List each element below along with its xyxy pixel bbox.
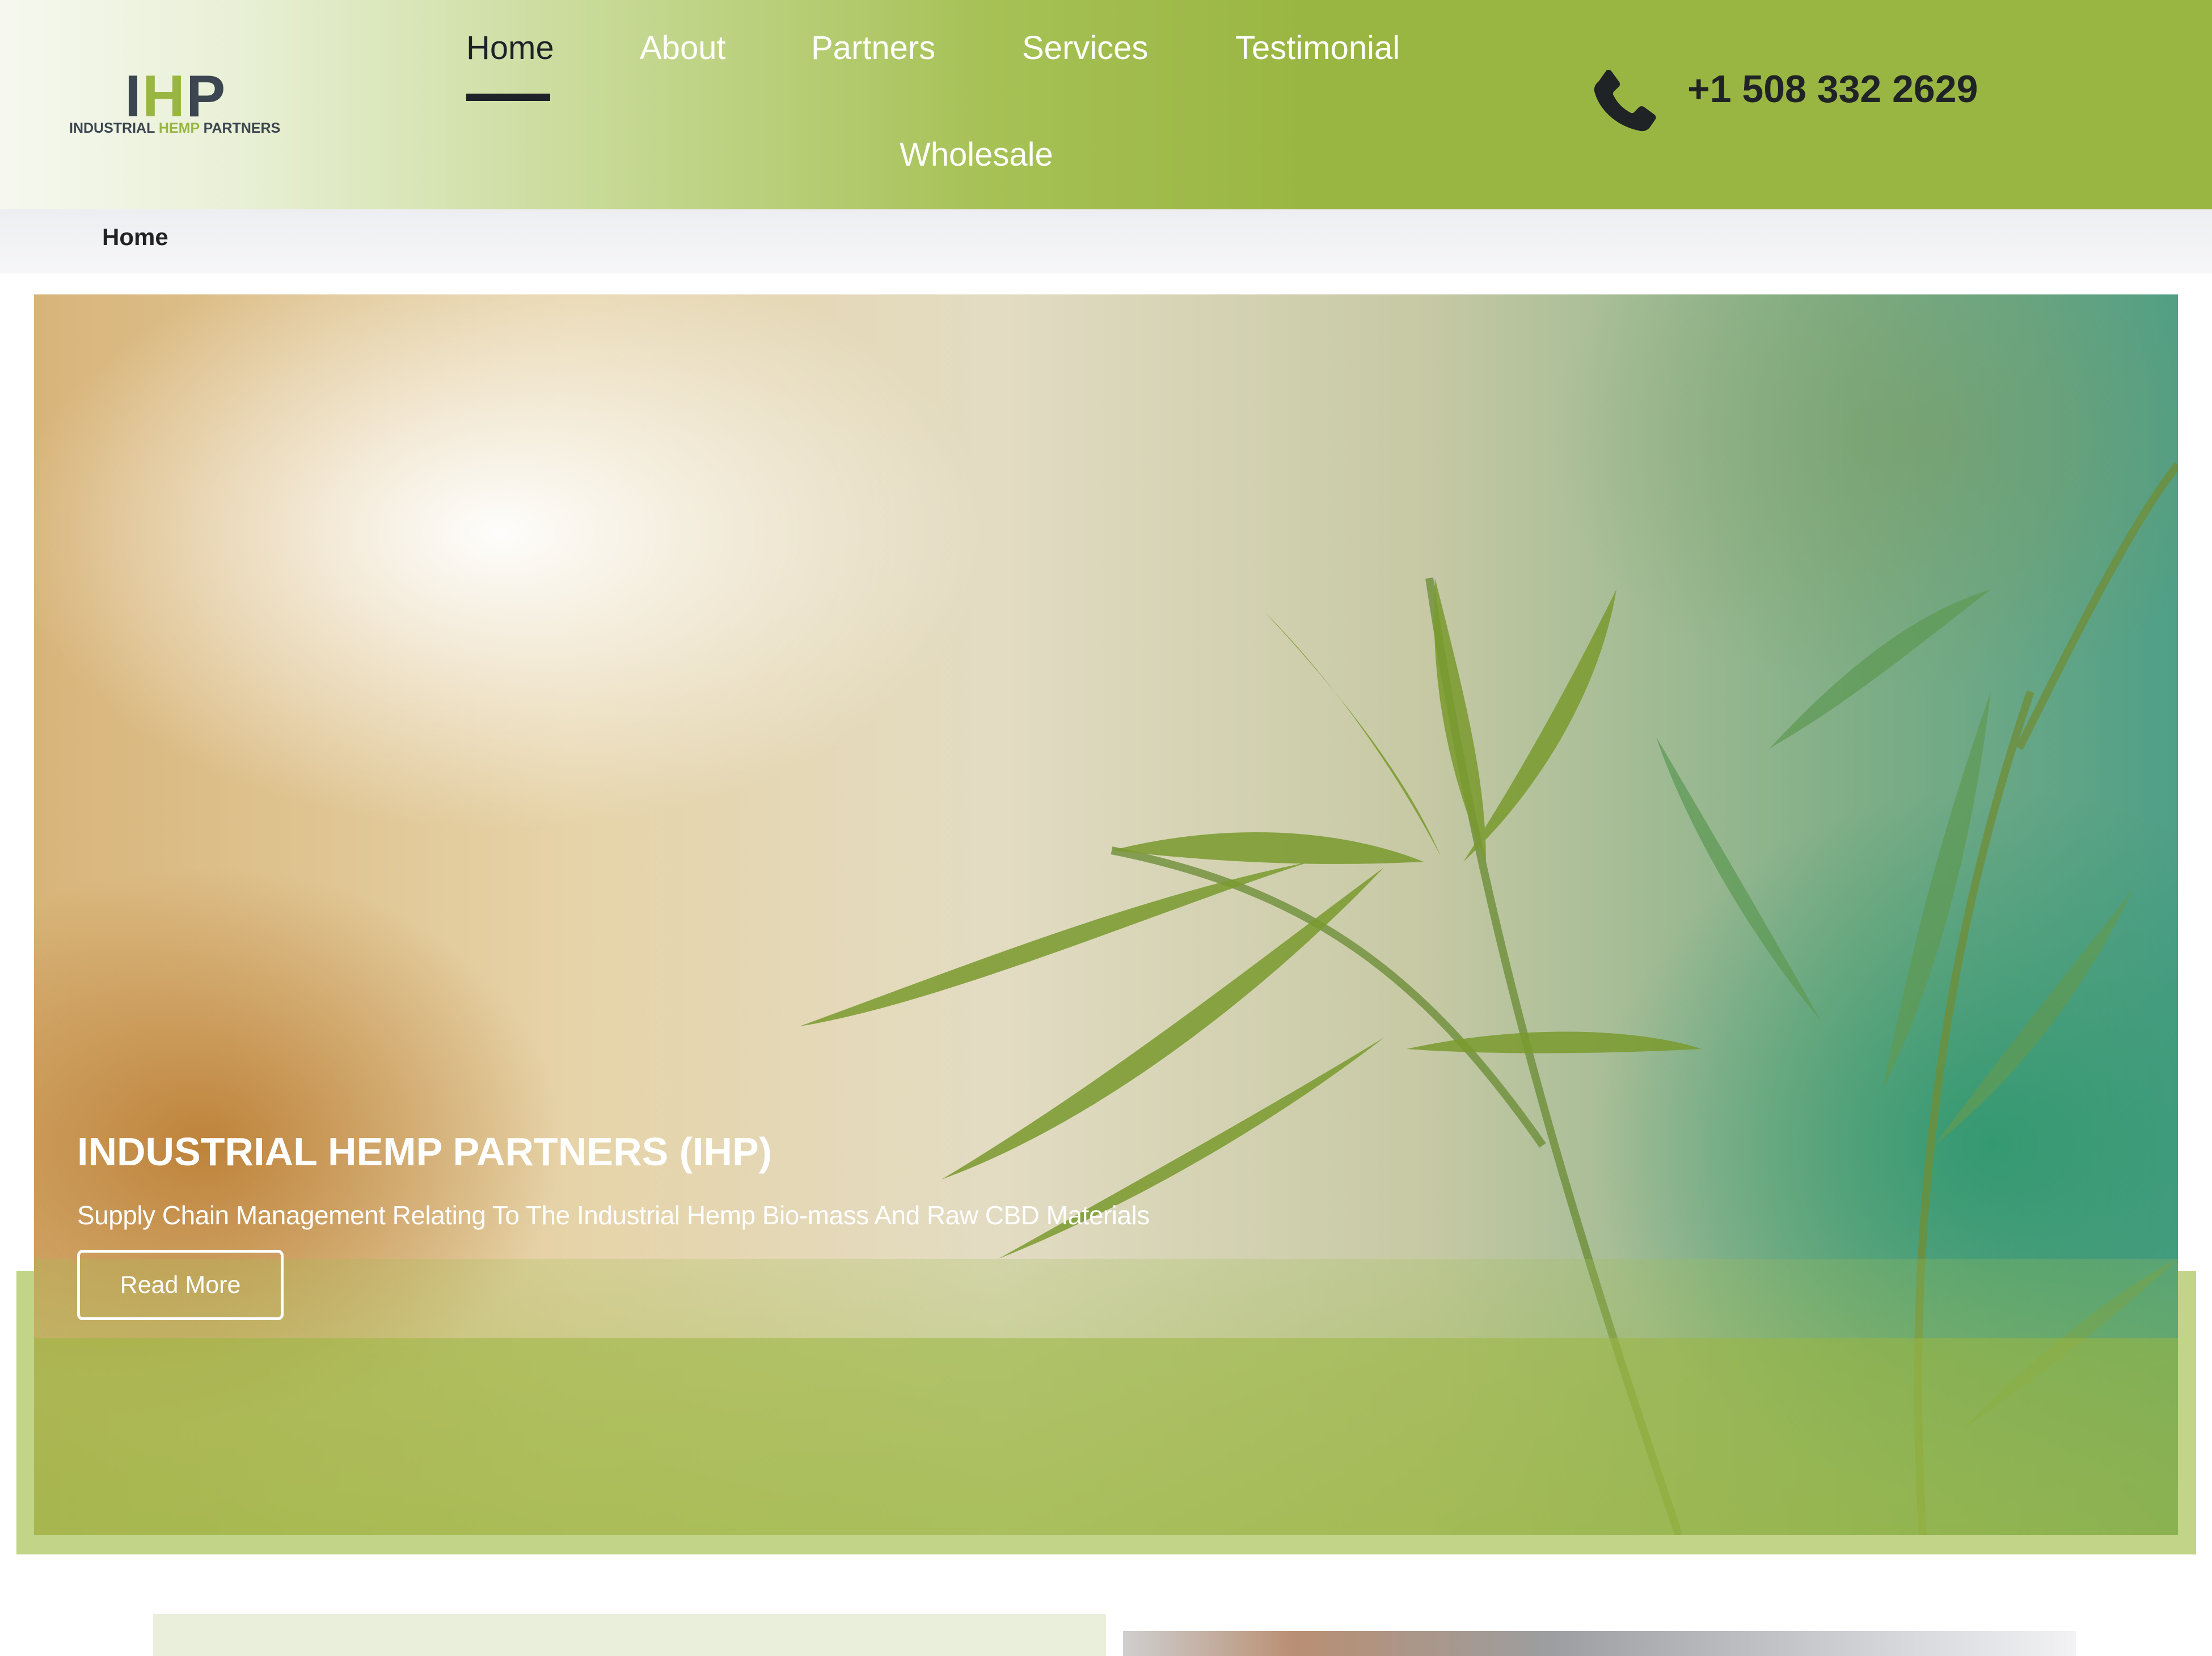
content-image-right [1123,1631,2076,1656]
breadcrumb-current: Home [102,224,168,250]
logo-wordmark: INDUSTRIAL HEMP PARTNERS [69,120,281,136]
read-more-button[interactable]: Read More [77,1250,284,1320]
hero-title: INDUSTRIAL HEMP PARTNERS (IHP) [77,1130,772,1174]
nav-home[interactable]: Home [466,28,554,68]
nav-services[interactable]: Services [1022,28,1148,68]
nav-active-indicator [466,94,550,101]
content-panel-left [153,1614,1106,1656]
phone-icon[interactable] [1585,64,1662,140]
logo-mark: IHP [125,64,227,129]
site-header: IHP INDUSTRIAL HEMP PARTNERS Home About … [0,0,2212,209]
nav-about[interactable]: About [640,28,726,68]
hero-subtitle: Supply Chain Management Relating To The … [77,1200,1150,1230]
nav-wholesale[interactable]: Wholesale [900,135,1053,175]
hero-banner [34,294,2178,1535]
phone-number[interactable]: +1 508 332 2629 [1687,67,1978,111]
nav-partners[interactable]: Partners [811,28,935,68]
site-logo[interactable]: IHP INDUSTRIAL HEMP PARTNERS [68,64,281,142]
breadcrumb-bar [0,209,2212,273]
hero-overlay-band-lower [34,1338,2178,1535]
nav-testimonial[interactable]: Testimonial [1235,28,1400,68]
